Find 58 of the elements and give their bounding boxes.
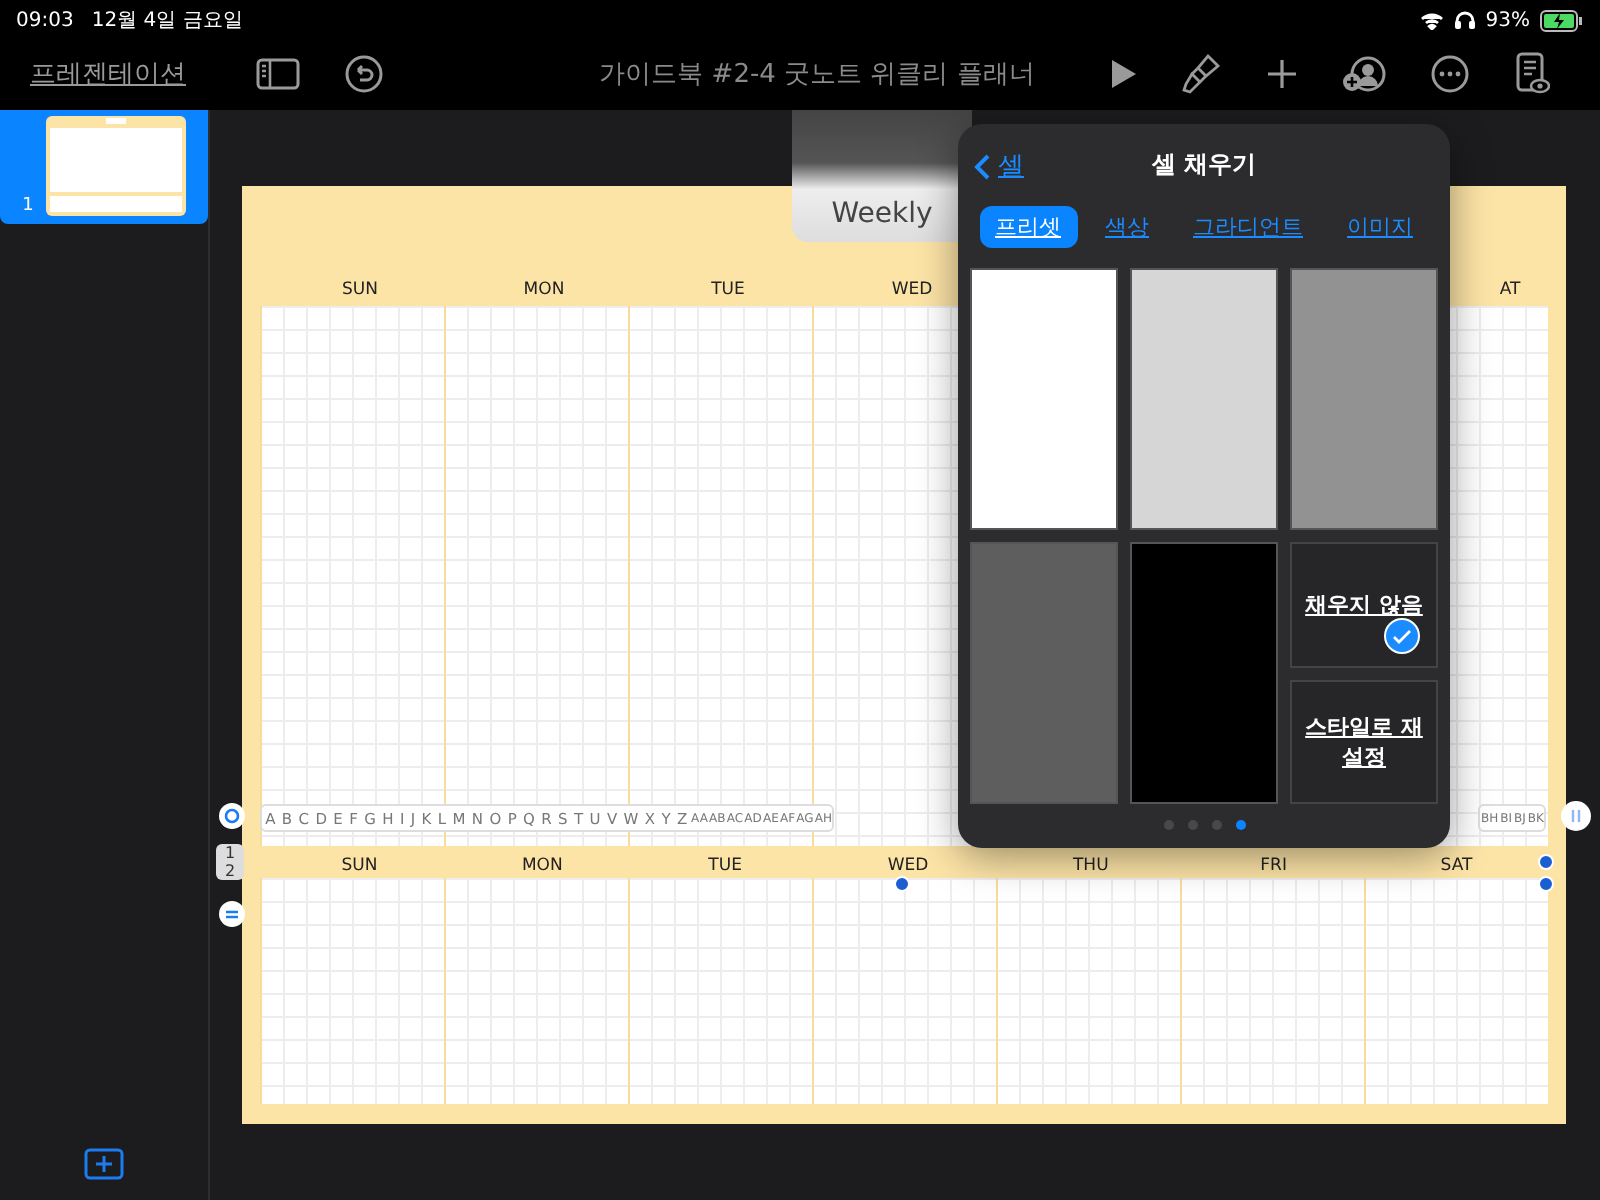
day-label: SUN xyxy=(341,856,378,876)
play-icon[interactable] xyxy=(1110,57,1138,89)
row-resize-handle[interactable] xyxy=(218,900,246,928)
add-collaborator-icon[interactable] xyxy=(1342,53,1386,93)
row-header[interactable]: 2 xyxy=(224,862,236,880)
fill-option[interactable]: 스타일로 재설정 xyxy=(1290,679,1438,804)
option-label: 채우지 않음 xyxy=(1303,589,1425,620)
day-label: TUE xyxy=(708,856,742,876)
color-swatch[interactable] xyxy=(1130,268,1278,530)
color-swatch[interactable] xyxy=(970,268,1118,530)
row-header[interactable]: 1 xyxy=(224,844,236,862)
day-label: THU xyxy=(1072,856,1109,876)
wifi-icon xyxy=(1419,11,1444,29)
fill-tab[interactable]: 색상 xyxy=(1089,205,1165,247)
color-swatch[interactable] xyxy=(1290,268,1438,530)
day-label: TUE xyxy=(711,280,745,300)
color-swatch[interactable] xyxy=(1130,542,1278,804)
page-dot[interactable] xyxy=(1235,820,1245,830)
fill-tab[interactable]: 이미지 xyxy=(1331,205,1429,247)
day-label: AT xyxy=(1499,280,1521,300)
day-label: SUN xyxy=(342,280,378,300)
popover-title: 셀 채우기 xyxy=(1151,147,1257,181)
sidebar-toggle-icon[interactable] xyxy=(256,57,300,89)
battery-percent: 93% xyxy=(1485,9,1530,31)
page-dot[interactable] xyxy=(1163,820,1173,830)
page-dot[interactable] xyxy=(1211,820,1221,830)
fill-option[interactable]: 채우지 않음 xyxy=(1290,542,1438,667)
chevron-left-icon xyxy=(974,153,990,179)
day-label: WED xyxy=(891,280,933,300)
day-label: MON xyxy=(523,280,565,300)
status-time: 09:03 xyxy=(16,9,74,31)
slide-number: 1 xyxy=(22,196,34,216)
presentations-link[interactable]: 프레젠테이션 xyxy=(30,55,186,91)
fill-tab[interactable]: 그라디언트 xyxy=(1177,205,1319,247)
fill-tab[interactable]: 프리셋 xyxy=(979,205,1077,247)
more-icon[interactable] xyxy=(1430,53,1470,93)
plus-icon[interactable] xyxy=(1266,57,1298,89)
status-date: 12월 4일 금요일 xyxy=(91,8,243,34)
slide-preview xyxy=(45,116,186,216)
document-view-icon[interactable] xyxy=(1514,51,1550,95)
column-resize-handle[interactable] xyxy=(1560,800,1592,832)
battery-charging-icon xyxy=(1540,9,1584,31)
headphones-icon xyxy=(1453,10,1476,30)
table-select-handle[interactable] xyxy=(218,802,246,830)
add-slide-icon[interactable] xyxy=(84,1148,124,1180)
day-label: FRI xyxy=(1260,856,1287,876)
paintbrush-icon[interactable] xyxy=(1182,51,1222,95)
slide-thumbnail[interactable]: 1 xyxy=(0,110,208,224)
document-title: 가이드북 #2-4 굿노트 위클리 플래너 xyxy=(599,57,1035,91)
day-label: MON xyxy=(521,856,563,876)
day-label: SAT xyxy=(1440,856,1473,876)
selection-handle[interactable] xyxy=(894,876,910,892)
undo-icon[interactable] xyxy=(344,53,384,93)
option-label: 스타일로 재설정 xyxy=(1303,711,1425,772)
page-dot[interactable] xyxy=(1187,820,1197,830)
color-swatch[interactable] xyxy=(970,542,1118,804)
slide-title: Weekly xyxy=(831,198,933,230)
day-label: WED xyxy=(887,856,929,876)
